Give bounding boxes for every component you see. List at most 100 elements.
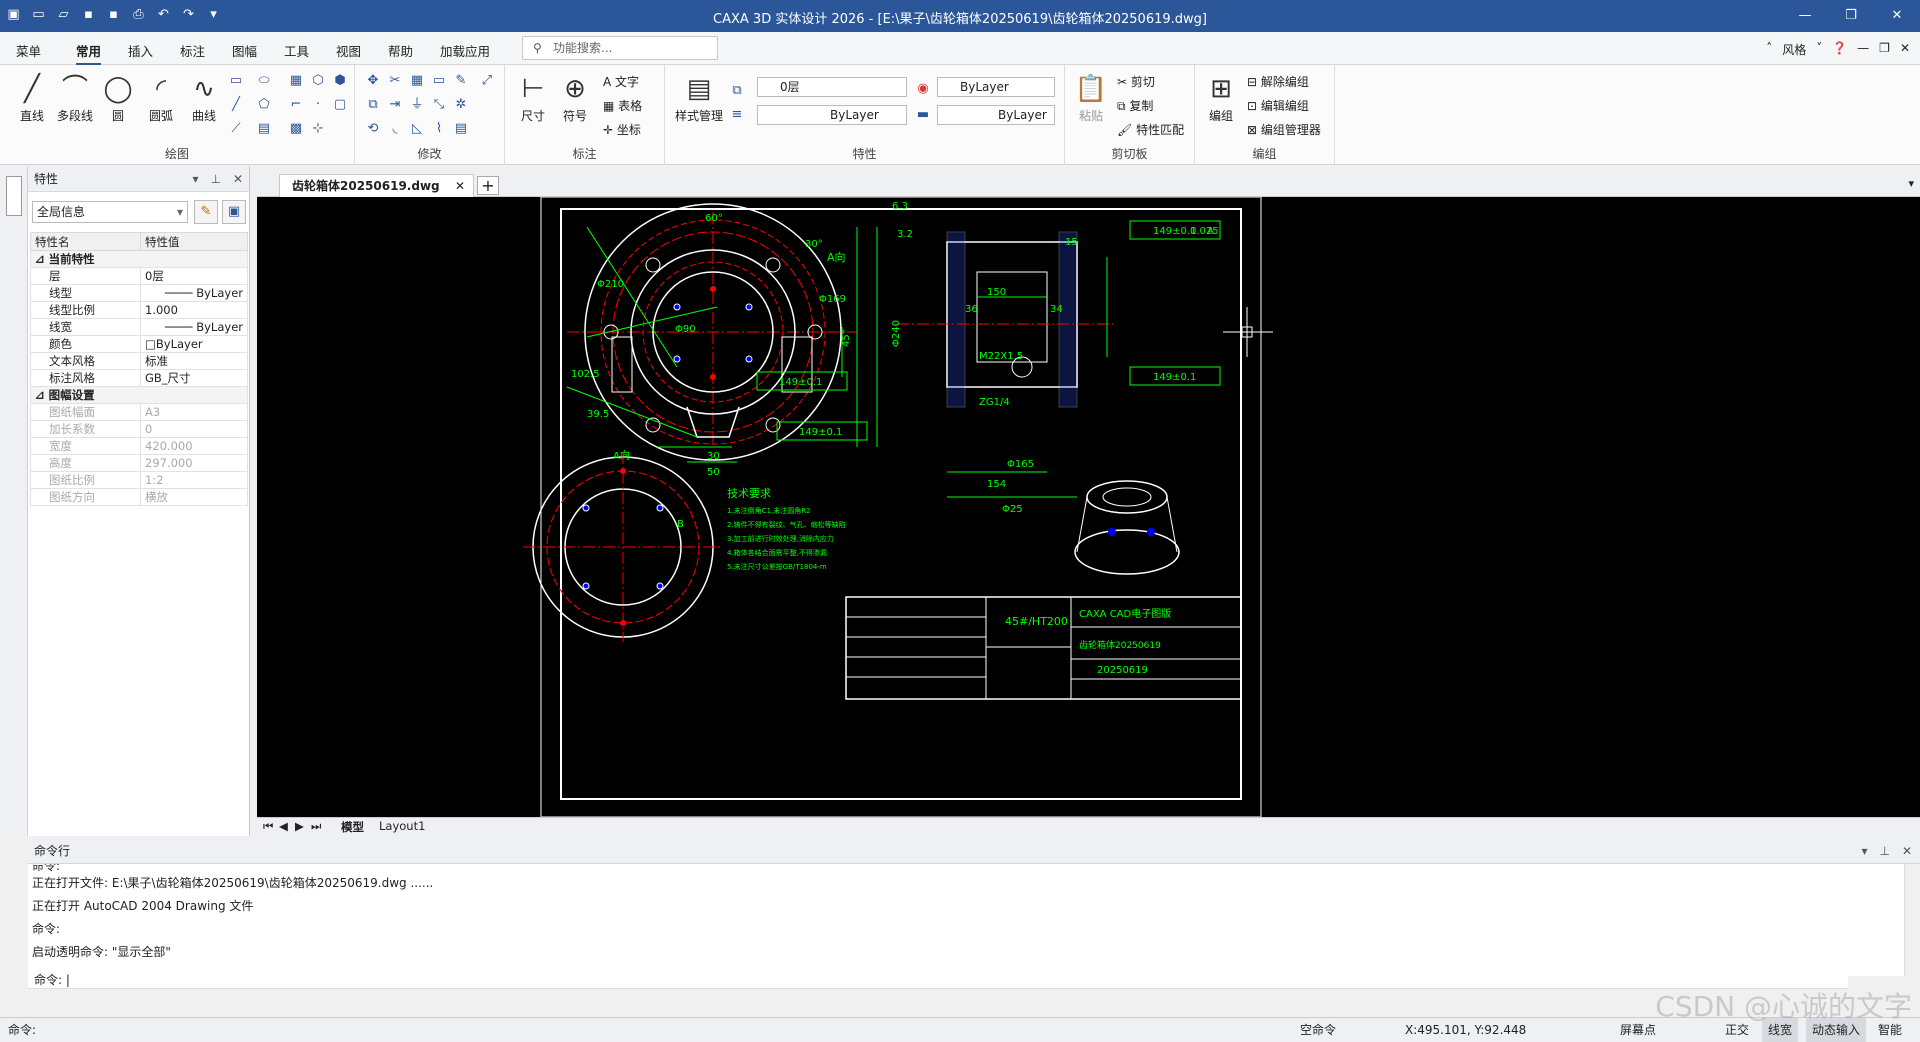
lineweight-dropdown[interactable]: ByLayer — [937, 105, 1055, 125]
command-scrollbar[interactable] — [1904, 864, 1920, 976]
region-icon[interactable]: ▢ — [332, 97, 348, 113]
close-window-button[interactable]: ✕ — [1874, 0, 1920, 32]
ungroup-button[interactable]: ⊟ 解除编组 — [1247, 73, 1309, 90]
tab-list-icon[interactable]: ▾ — [1908, 177, 1914, 190]
tab-sheet[interactable]: 图幅 — [232, 41, 257, 60]
break-icon[interactable]: ⌇ — [431, 121, 447, 137]
category-sheet[interactable]: ⊿ 图幅设置 — [30, 386, 248, 404]
new-tab-button[interactable]: + — [477, 176, 499, 195]
layer-dropdown[interactable]: 0层 — [757, 77, 907, 97]
text-button[interactable]: A 文字 — [603, 73, 639, 90]
tab-help[interactable]: 帮助 — [388, 41, 413, 60]
polygon-icon[interactable]: ⬠ — [256, 97, 272, 113]
snap-mode-button[interactable]: 屏幕点 — [1620, 1018, 1656, 1042]
table-draw-icon[interactable]: ▤ — [256, 121, 272, 137]
offset-icon[interactable]: ▭ — [431, 73, 447, 89]
symbol-button[interactable]: ⊕ 符号 — [555, 71, 595, 124]
close-tab-icon[interactable]: ✕ — [455, 175, 465, 197]
linetype-dropdown[interactable]: ByLayer — [757, 105, 907, 125]
collapse-ribbon-icon[interactable]: ˄ — [1766, 41, 1772, 58]
prop-value[interactable]: GB_尺寸 — [140, 369, 248, 387]
toggle-pickadd-button[interactable]: ▣ — [222, 200, 246, 224]
centerline-icon[interactable]: ⊹ — [310, 121, 326, 137]
panel-close-icon[interactable]: ✕ — [233, 166, 243, 192]
lineweight-icon[interactable]: ▬ — [915, 107, 931, 123]
tab-layout1[interactable]: Layout1 — [379, 819, 425, 833]
move-icon[interactable]: ✥ — [365, 73, 381, 89]
circle-button[interactable]: ◯ 圆 — [98, 71, 138, 124]
curve-button[interactable]: ∿ 曲线 — [184, 71, 224, 124]
tab-addons[interactable]: 加载应用 — [440, 41, 490, 60]
dimension-button[interactable]: ⊢ 尺寸 — [513, 71, 553, 124]
mirror-icon[interactable]: ⏚ — [409, 97, 425, 113]
property-filter-select[interactable]: 全局信息 — [32, 201, 188, 223]
point-icon[interactable]: · — [310, 97, 326, 113]
block-icon[interactable]: ⬡ — [310, 73, 326, 89]
restore-doc-icon[interactable]: ❐ — [1879, 41, 1890, 58]
hatch-icon[interactable]: ▦ — [288, 73, 304, 89]
last-sheet-icon[interactable]: ⏭ — [311, 819, 321, 834]
drawing-canvas[interactable]: 60° 30° Φ210 Φ169 Φ90 102.5 39.5 30 50 A… — [257, 196, 1920, 818]
layer-manager-icon[interactable]: ⧉ — [729, 83, 745, 99]
copy-modify-icon[interactable]: ⧉ — [365, 97, 381, 113]
extend-icon[interactable]: ⇥ — [387, 97, 403, 113]
align-icon[interactable]: ▤ — [453, 121, 469, 137]
minimize-button[interactable]: — — [1782, 0, 1828, 32]
style-menu[interactable]: 风格 — [1782, 41, 1806, 58]
tab-insert[interactable]: 插入 — [128, 41, 153, 60]
scale-icon[interactable]: ⤡ — [431, 97, 447, 113]
tab-model[interactable]: 模型 — [341, 819, 364, 835]
match-properties-button[interactable]: 🖌 特性匹配 — [1117, 121, 1184, 138]
quick-select-button[interactable]: ✎ — [194, 200, 218, 224]
edit-group-button[interactable]: ⊡ 编辑编组 — [1247, 97, 1309, 114]
prop-value[interactable]: 0层 — [140, 267, 248, 285]
trim-icon[interactable]: ✂ — [387, 73, 403, 89]
tab-annotate[interactable]: 标注 — [180, 41, 205, 60]
prop-value[interactable]: □ByLayer — [140, 335, 248, 353]
wipeout-icon[interactable]: ▩ — [288, 121, 304, 137]
group-button[interactable]: ⊞ 编组 — [1201, 71, 1241, 124]
help-icon[interactable]: ❓ — [1832, 41, 1847, 58]
line-button[interactable]: ╱ 直线 — [12, 71, 52, 124]
rotate-icon[interactable]: ⟲ — [365, 121, 381, 137]
prev-sheet-icon[interactable]: ◀ — [279, 819, 288, 833]
ray-icon[interactable]: ⟋ — [228, 121, 244, 137]
fillet-icon[interactable]: ◟ — [387, 121, 403, 137]
stretch-icon[interactable]: ⤢ — [479, 73, 495, 89]
tab-menu[interactable]: 菜单 — [16, 41, 41, 60]
cut-button[interactable]: ✂ 剪切 — [1117, 73, 1155, 90]
image-icon[interactable]: ⬢ — [332, 73, 348, 89]
command-input[interactable]: 命令: | — [28, 971, 1848, 989]
close-doc-icon[interactable]: ✕ — [1900, 41, 1910, 58]
first-sheet-icon[interactable]: ⏮ — [263, 819, 273, 834]
properties-dock-tab[interactable] — [6, 176, 22, 216]
construction-line-icon[interactable]: ╱ — [228, 97, 244, 113]
chamfer-icon[interactable]: ◺ — [409, 121, 425, 137]
prop-value[interactable]: 标准 — [140, 352, 248, 370]
color-dropdown[interactable]: ByLayer — [937, 77, 1055, 97]
arc-button[interactable]: ◜ 圆弧 — [141, 71, 181, 124]
cmd-pin-icon[interactable]: ⊥ — [1879, 838, 1889, 864]
minimize-doc-icon[interactable]: — — [1857, 41, 1869, 58]
linetype-icon[interactable]: ≡ — [729, 107, 745, 123]
explode-icon[interactable]: ✲ — [453, 97, 469, 113]
copy-button[interactable]: ⧉ 复制 — [1117, 97, 1153, 114]
tab-tools[interactable]: 工具 — [284, 41, 309, 60]
eraser-icon[interactable]: ✎ — [453, 73, 469, 89]
array-icon[interactable]: ▦ — [409, 73, 425, 89]
spline-icon[interactable]: ⌐ — [288, 97, 304, 113]
restore-button[interactable]: ❐ — [1828, 0, 1874, 32]
table-button[interactable]: ▦ 表格 — [603, 97, 642, 114]
cmd-menu-icon[interactable]: ▾ — [1861, 838, 1867, 864]
coordinate-button[interactable]: ✛ 坐标 — [603, 121, 641, 138]
panel-menu-icon[interactable]: ▾ — [192, 166, 198, 192]
feature-search-input[interactable]: ⚲ 功能搜索... — [522, 36, 718, 60]
paste-button[interactable]: 📋 粘贴 — [1071, 71, 1111, 124]
tab-common[interactable]: 常用 — [76, 41, 102, 65]
color-wheel-icon[interactable]: ◉ — [915, 81, 931, 97]
cmd-close-icon[interactable]: ✕ — [1902, 838, 1912, 864]
chevron-down-icon[interactable]: ˅ — [1816, 41, 1822, 58]
group-manager-button[interactable]: ⊠ 编组管理器 — [1247, 121, 1321, 138]
next-sheet-icon[interactable]: ▶ — [295, 819, 304, 833]
prop-value[interactable]: 1.000 — [140, 301, 248, 319]
